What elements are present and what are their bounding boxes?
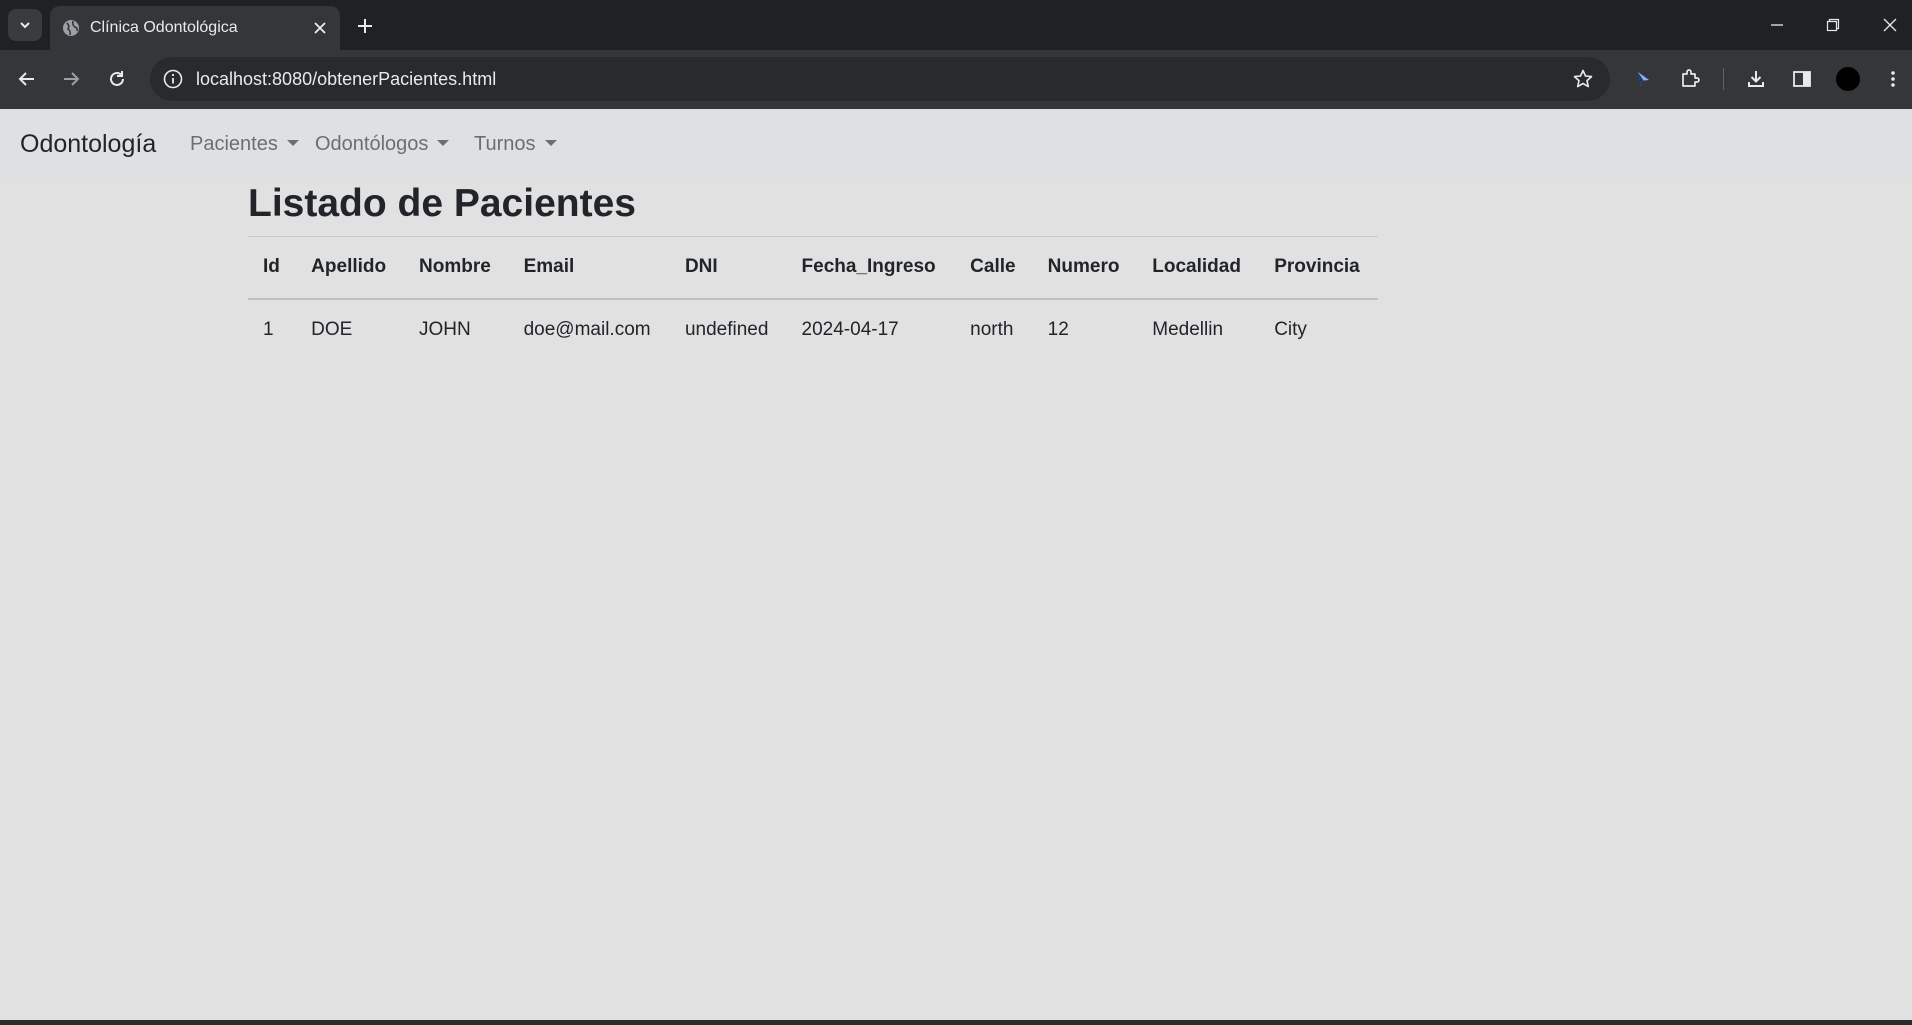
cell-localidad: Medellin — [1152, 319, 1224, 340]
column-header-nombre: Nombre — [419, 256, 491, 278]
new-tab-button[interactable] — [352, 13, 378, 39]
downloads-button[interactable] — [1741, 64, 1771, 94]
table-header-row: Id Apellido Nombre Email DNI Fecha_Ingre… — [248, 236, 1378, 299]
nav-item-label: Pacientes — [190, 133, 278, 155]
reload-button[interactable] — [102, 64, 132, 94]
close-window-button[interactable] — [1875, 11, 1905, 39]
tab-title: Clínica Odontológica — [90, 19, 238, 36]
caret-down-icon — [544, 139, 557, 146]
address-url[interactable]: localhost:8080/obtenerPacientes.html — [196, 69, 496, 90]
nav-item-label: Turnos — [474, 133, 536, 155]
arrow-left-icon — [18, 72, 34, 86]
extension-cursor-button[interactable] — [1628, 64, 1658, 94]
reload-icon — [110, 71, 124, 86]
browser-toolbar: localhost:8080/obtenerPacientes.html — [0, 50, 1912, 109]
extensions-button[interactable] — [1675, 64, 1705, 94]
caret-down-icon — [437, 139, 450, 146]
download-icon — [1748, 71, 1764, 87]
nav-dropdown-turnos[interactable]: Turnos — [474, 133, 557, 156]
toolbar-separator — [1723, 68, 1724, 90]
chevron-down-icon — [20, 22, 30, 29]
plus-icon — [358, 19, 372, 33]
patients-table: Id Apellido Nombre Email DNI Fecha_Ingre… — [248, 236, 1378, 361]
column-header-apellido: Apellido — [311, 256, 387, 278]
back-button[interactable] — [12, 64, 42, 94]
column-header-numero: Numero — [1047, 256, 1120, 278]
minimize-button[interactable] — [1762, 11, 1792, 39]
patients-table-container: Id Apellido Nombre Email DNI Fecha_Ingre… — [248, 236, 1378, 361]
cell-calle: north — [970, 319, 1014, 340]
column-header-fecha-ingreso: Fecha_Ingreso — [801, 256, 936, 278]
kebab-menu-icon — [1891, 71, 1895, 87]
browser-tabstrip: Clínica Odontológica — [0, 0, 1912, 50]
side-panel-icon — [1793, 71, 1811, 87]
cell-fecha-ingreso: 2024-04-17 — [801, 319, 899, 340]
cursor-icon — [1638, 72, 1649, 86]
info-icon[interactable] — [162, 68, 184, 90]
profile-avatar[interactable] — [1836, 67, 1860, 91]
table-row: 1 DOE JOHN doe@mail.com undefined 2024-0… — [248, 299, 1378, 361]
globe-icon — [63, 20, 79, 36]
cell-id: 1 — [263, 319, 274, 340]
caret-down-icon — [286, 139, 299, 146]
column-header-localidad: Localidad — [1152, 256, 1241, 278]
cell-dni: undefined — [684, 319, 769, 340]
browser-menu-button[interactable] — [1878, 64, 1908, 94]
star-icon[interactable] — [1572, 68, 1594, 90]
column-header-calle: Calle — [970, 256, 1016, 278]
restore-button[interactable] — [1818, 11, 1848, 39]
address-bar[interactable]: localhost:8080/obtenerPacientes.html — [150, 57, 1610, 101]
column-header-provincia: Provincia — [1274, 256, 1360, 278]
column-header-dni: DNI — [684, 256, 718, 278]
puzzle-icon — [1682, 69, 1700, 87]
restore-icon — [1826, 18, 1840, 32]
site-navbar: Odontología Pacientes Odontólogos Turnos — [0, 109, 1912, 179]
cell-provincia: City — [1274, 319, 1307, 340]
close-icon — [1883, 18, 1897, 32]
page-title: Listado de Pacientes — [248, 182, 636, 225]
column-header-email: Email — [523, 256, 575, 278]
tab-search-button[interactable] — [8, 9, 42, 41]
cell-numero: 12 — [1047, 319, 1069, 340]
arrow-right-icon — [64, 72, 80, 86]
nav-dropdown-odontologos[interactable]: Odontólogos — [315, 133, 450, 156]
close-icon — [314, 22, 326, 34]
nav-dropdown-pacientes[interactable]: Pacientes — [190, 133, 299, 156]
browser-tab-active[interactable]: Clínica Odontológica — [50, 6, 340, 50]
cell-apellido: DOE — [311, 319, 353, 340]
forward-button[interactable] — [56, 64, 86, 94]
nav-item-label: Odontólogos — [315, 133, 429, 155]
side-panel-button[interactable] — [1787, 64, 1817, 94]
cell-email: doe@mail.com — [523, 319, 651, 340]
cell-nombre: JOHN — [419, 319, 471, 340]
column-header-id: Id — [263, 256, 280, 278]
minimize-icon — [1771, 24, 1783, 26]
tab-close-button[interactable] — [310, 18, 330, 38]
navbar-brand[interactable]: Odontología — [20, 130, 156, 159]
taskbar-edge — [0, 1020, 1912, 1025]
